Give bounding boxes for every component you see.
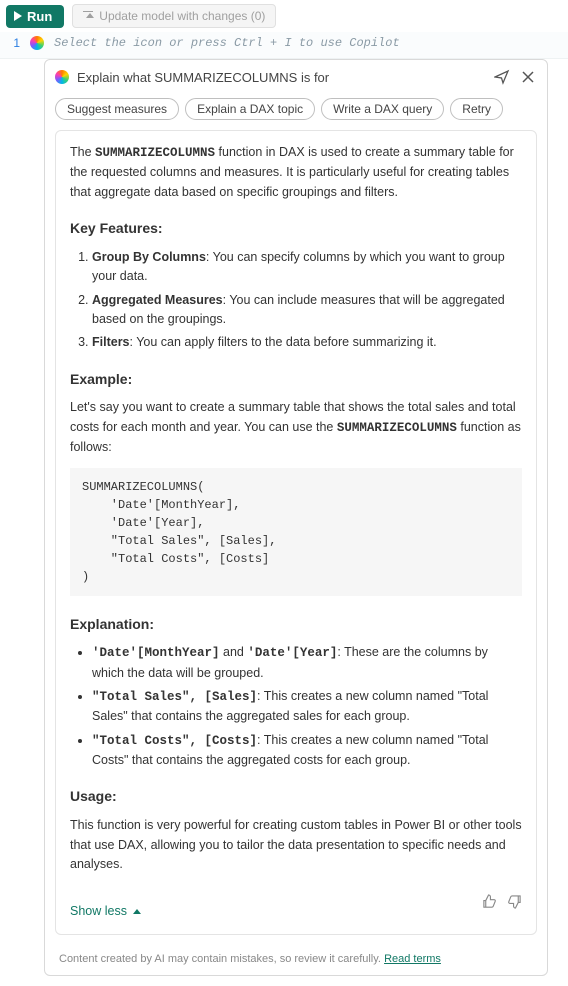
thumbs-down-icon[interactable] [507,894,522,915]
usage-paragraph: This function is very powerful for creat… [70,816,522,874]
update-model-button: Update model with changes (0) [72,4,276,28]
list-item: 'Date'[MonthYear] and 'Date'[Year]: Thes… [92,643,522,683]
copilot-panel: Suggest measures Explain a DAX topic Wri… [44,59,548,976]
example-paragraph: Let's say you want to create a summary t… [70,398,522,457]
list-item: "Total Sales", [Sales]: This creates a n… [92,687,522,727]
upload-icon [83,11,93,21]
show-less-toggle[interactable]: Show less [70,902,141,921]
heading-explanation: Explanation: [70,614,522,636]
line-number: 1 [10,36,20,50]
editor-line[interactable]: 1 Select the icon or press Ctrl + I to u… [0,32,568,59]
chip-retry[interactable]: Retry [450,98,503,120]
thumbs-up-icon[interactable] [482,894,497,915]
copilot-prompt-input[interactable] [77,70,485,85]
copilot-icon[interactable] [30,36,44,50]
heading-usage: Usage: [70,786,522,808]
editor-placeholder: Select the icon or press Ctrl + I to use… [54,36,400,50]
explanation-list: 'Date'[MonthYear] and 'Date'[Year]: Thes… [70,643,522,770]
read-terms-link[interactable]: Read terms [384,953,441,965]
show-less-label: Show less [70,902,127,921]
chevron-up-icon [133,909,141,914]
send-icon[interactable] [493,68,511,86]
intro-paragraph: The SUMMARIZECOLUMNS function in DAX is … [70,143,522,202]
run-button[interactable]: Run [6,5,64,28]
list-item: "Total Costs", [Costs]: This creates a n… [92,731,522,771]
chip-explain-dax-topic[interactable]: Explain a DAX topic [185,98,315,120]
list-item: Aggregated Measures: You can include mea… [92,291,522,330]
response-body: The SUMMARIZECOLUMNS function in DAX is … [55,130,537,935]
ai-disclaimer: Content created by AI may contain mistak… [45,945,547,975]
run-label: Run [27,9,52,24]
close-icon[interactable] [519,68,537,86]
heading-example: Example: [70,369,522,391]
chip-write-dax-query[interactable]: Write a DAX query [321,98,444,120]
list-item: Group By Columns: You can specify column… [92,248,522,287]
copilot-icon [55,70,69,84]
update-label: Update model with changes (0) [99,9,265,23]
code-block[interactable]: SUMMARIZECOLUMNS( 'Date'[MonthYear], 'Da… [70,468,522,596]
key-features-list: Group By Columns: You can specify column… [70,248,522,353]
chip-suggest-measures[interactable]: Suggest measures [55,98,179,120]
play-icon [14,11,22,21]
heading-key-features: Key Features: [70,218,522,240]
list-item: Filters: You can apply filters to the da… [92,333,522,352]
